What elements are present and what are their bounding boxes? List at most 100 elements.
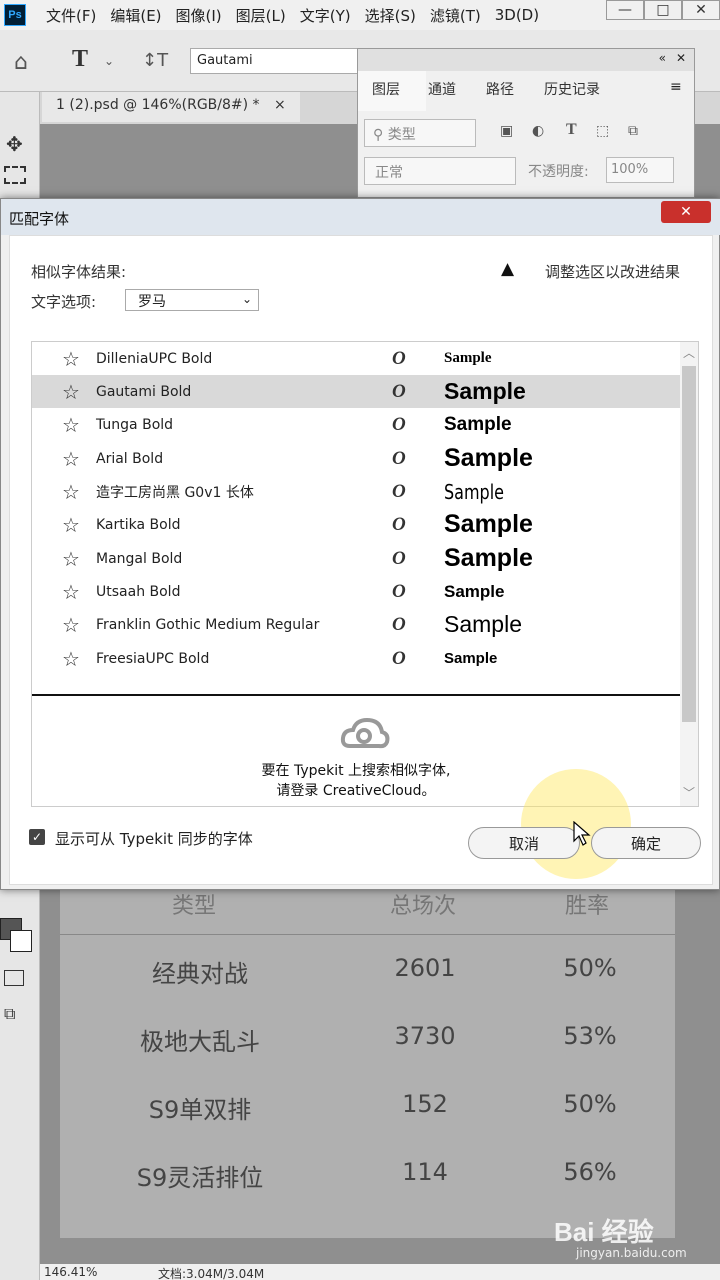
watermark-url: jingyan.baidu.com — [576, 1246, 687, 1260]
menu-edit[interactable]: 编辑(E) — [110, 5, 161, 26]
font-row[interactable]: ☆ Kartika Bold O Sample — [32, 508, 680, 541]
collapse-icon[interactable]: « — [659, 51, 666, 65]
text-option-select[interactable]: 罗马 ⌄ — [125, 289, 259, 311]
background-color-swatch[interactable] — [10, 930, 32, 952]
scroll-down-icon[interactable]: ﹀ — [683, 784, 695, 801]
table-cell: 3730 — [394, 1022, 456, 1050]
vertical-type-icon[interactable]: ↕T — [142, 50, 168, 71]
divider — [32, 694, 680, 696]
opentype-icon: O — [392, 647, 406, 669]
marquee-tool-icon[interactable] — [4, 166, 26, 184]
type-icon[interactable]: T — [566, 121, 577, 139]
font-sample: Sample — [444, 350, 492, 366]
scrollbar-thumb[interactable] — [682, 366, 696, 722]
chevron-down-icon[interactable]: ⌄ — [104, 54, 114, 68]
opentype-icon: O — [392, 580, 406, 602]
menu-layer[interactable]: 图层(L) — [236, 5, 286, 26]
move-tool-icon[interactable]: ✥ — [6, 132, 23, 156]
menu-3d[interactable]: 3D(D) — [495, 6, 539, 24]
quick-mask-icon[interactable] — [4, 970, 24, 986]
chevron-down-icon: ⌄ — [241, 292, 252, 306]
font-sample: Sample — [444, 479, 504, 504]
font-sample: Sample — [444, 510, 533, 538]
tab-close-icon[interactable]: × — [274, 97, 286, 113]
star-icon[interactable]: ☆ — [62, 447, 80, 471]
search-icon: ⚲ — [373, 127, 388, 143]
scroll-up-icon[interactable]: ︿ — [683, 344, 695, 361]
type-tool-icon[interactable]: T — [72, 46, 88, 73]
table-cell: 114 — [402, 1158, 448, 1186]
table-cell: 经典对战 — [152, 960, 248, 988]
font-row[interactable]: ☆ Franklin Gothic Medium Regular O Sampl… — [32, 608, 680, 641]
adjust-icon[interactable]: ◐ — [532, 123, 544, 139]
opacity-field[interactable]: 100% — [606, 157, 674, 183]
mouse-cursor-icon — [573, 821, 591, 846]
star-icon[interactable]: ☆ — [62, 380, 80, 404]
font-family-field[interactable]: Gautami — [190, 48, 360, 74]
opentype-icon: O — [392, 613, 406, 635]
star-icon[interactable]: ☆ — [62, 580, 80, 604]
dialog-close-button[interactable]: ✕ — [661, 201, 711, 223]
panel-close-icon[interactable]: ✕ — [676, 51, 686, 65]
opentype-icon: O — [392, 447, 406, 469]
hint-text: 调整选区以改进结果 — [545, 263, 681, 281]
tab-paths[interactable]: 路径 — [486, 79, 514, 99]
results-label: 相似字体结果: — [31, 263, 127, 281]
ok-button[interactable]: 确定 — [591, 827, 701, 859]
font-row[interactable]: ☆ Mangal Bold O Sample — [32, 542, 680, 575]
star-icon[interactable]: ☆ — [62, 347, 80, 371]
star-icon[interactable]: ☆ — [62, 547, 80, 571]
option-value: 罗马 — [138, 294, 166, 310]
font-row[interactable]: ☆ Gautami Bold O Sample — [32, 375, 680, 408]
menu-image[interactable]: 图像(I) — [176, 5, 222, 26]
shape-icon[interactable]: ⬚ — [596, 123, 609, 139]
stats-table: 类型 总场次 胜率 经典对战 2601 50% 极地大乱斗 3730 53% S… — [60, 878, 675, 1238]
menu-select[interactable]: 选择(S) — [365, 5, 416, 26]
tab-layers[interactable]: 图层 — [372, 79, 400, 99]
typekit-checkbox[interactable]: ✓ — [29, 829, 45, 845]
font-row[interactable]: ☆ Arial Bold O Sample — [32, 442, 680, 475]
font-sample: Sample — [444, 378, 526, 404]
font-name: 造字工房尚黑 G0v1 长体 — [96, 484, 254, 501]
minimize-button[interactable]: — — [606, 0, 644, 20]
star-icon[interactable]: ☆ — [62, 413, 80, 437]
table-cell: 极地大乱斗 — [140, 1028, 260, 1056]
smart-object-icon[interactable]: ⧉ — [628, 123, 638, 139]
star-icon[interactable]: ☆ — [62, 613, 80, 637]
menu-file[interactable]: 文件(F) — [46, 5, 96, 26]
font-sample: Sample — [444, 611, 522, 637]
tab-history[interactable]: 历史记录 — [544, 79, 600, 99]
zoom-level[interactable]: 146.41% — [44, 1265, 97, 1279]
panel-menu-icon[interactable]: ≡ — [670, 79, 682, 95]
cancel-button[interactable]: 取消 — [468, 827, 580, 859]
close-window-button[interactable]: ✕ — [682, 0, 720, 20]
table-cell: S9灵活排位 — [136, 1164, 264, 1192]
option-label: 文字选项: — [31, 293, 97, 311]
font-row[interactable]: ☆ Tunga Bold O Sample — [32, 408, 680, 441]
screen-mode-icon[interactable]: ⧉ — [4, 1004, 15, 1024]
star-icon[interactable]: ☆ — [62, 647, 80, 671]
doc-size: 文档:3.04M/3.04M — [158, 1267, 265, 1280]
font-name: Gautami Bold — [96, 383, 192, 400]
font-row[interactable]: ☆ DilleniaUPC Bold O Sample — [32, 342, 680, 375]
table-header: 胜率 — [565, 894, 610, 919]
font-row[interactable]: ☆ 造字工房尚黑 G0v1 长体 O Sample — [32, 475, 680, 508]
star-icon[interactable]: ☆ — [62, 480, 80, 504]
menu-type[interactable]: 文字(Y) — [300, 5, 351, 26]
creative-cloud-icon — [340, 716, 390, 752]
image-icon[interactable]: ▣ — [500, 123, 513, 139]
filter-label: 类型 — [387, 127, 416, 143]
font-row[interactable]: ☆ Utsaah Bold O Sample — [32, 575, 680, 608]
font-row[interactable]: ☆ FreesiaUPC Bold O Sample — [32, 642, 680, 675]
menu-filter[interactable]: 滤镜(T) — [430, 5, 481, 26]
status-bar: 146.41% 文档:3.04M/3.04M — [40, 1264, 720, 1280]
document-tab[interactable]: 1 (2).psd @ 146%(RGB/8#) * × — [42, 92, 300, 122]
tab-channels[interactable]: 通道 — [428, 79, 456, 99]
table-cell: 152 — [402, 1090, 448, 1118]
maximize-button[interactable]: □ — [644, 0, 682, 20]
blend-mode-select[interactable]: 正常 — [364, 157, 516, 185]
layer-filter-select[interactable]: ⚲ 类型 — [364, 119, 476, 147]
font-sample: Sample — [444, 650, 498, 667]
home-icon[interactable]: ⌂ — [14, 50, 28, 75]
star-icon[interactable]: ☆ — [62, 513, 80, 537]
